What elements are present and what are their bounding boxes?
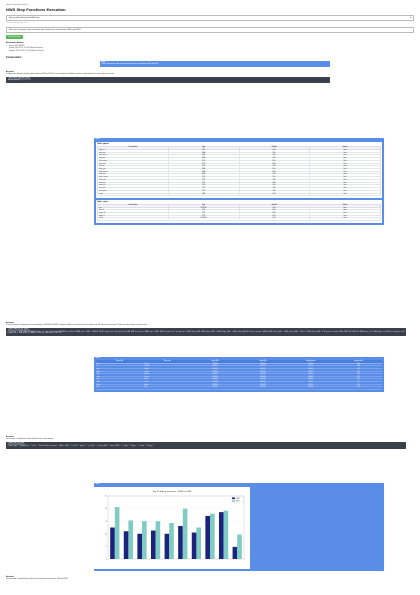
tool-call-block: QUERY: EXECUTE_SQL_QUERY {"sql_query": "… (6, 327, 406, 337)
tool-call-code: {"sql_query": "WITH s2008 AS (SELECT pla… (7, 331, 405, 335)
bar-2008 (150, 530, 156, 560)
table-cell: Alex (95, 386, 144, 390)
message-author: User: (95, 139, 100, 141)
table-cell: REAL (167, 192, 240, 197)
conversation-title: Conversation (6, 55, 22, 59)
state-machine-select-value: BigQueryNaturalQueryStateMachine (9, 17, 40, 20)
legend-label: 2009 (236, 501, 240, 503)
stopped-line: Stopped: 2025-07-10 15:32:46 (America/To… (9, 50, 44, 52)
table-cell: INTEGER (167, 217, 240, 222)
execution-status-list: Status: SUCCEEDED Started: 2025-07-10 15… (6, 46, 414, 54)
salary-bar-chart: Top 10 Salary Increases - 2008 vs 2009 0 5… (105, 490, 245, 561)
y-tick-label: 10 (105, 534, 107, 536)
bar-2008 (218, 512, 224, 560)
assistant-message: Assistant: Let me create a visualization… (6, 437, 406, 449)
tool-call-block: TABLE INSPECT: get_table_schema (nws.sa_… (6, 76, 330, 84)
message-text: Let me provide a comprehensive analysis … (6, 579, 68, 581)
players-schema-card: Table: players Column Name Type Nullable De… (95, 142, 383, 198)
table-row: weight REAL NULL None (97, 192, 381, 197)
state-machine-hint: Choose a state machine to run (6, 22, 28, 24)
tool-call-code: {"chart_type": "grouped_bar", "title": "… (7, 445, 154, 447)
message-text: To solve a query of the players who incr… (6, 325, 148, 327)
table-cell: NULL (238, 217, 311, 222)
bar-2008 (110, 527, 115, 560)
legend-swatch (232, 497, 235, 500)
table-cell: 9700000 (238, 386, 287, 390)
message-text: To help answer the query of player salar… (6, 73, 115, 75)
table-cell: weight (97, 192, 169, 197)
message-text: Let me create a visualization to better … (6, 439, 54, 441)
user-message: User: What are the players most increase… (100, 60, 330, 67)
table-cell: NULL (238, 192, 311, 197)
message-text: What are the players most increased thei… (101, 63, 159, 65)
message-author: User: (95, 484, 100, 486)
bar-2009 (182, 508, 188, 560)
page: Natural Language Interface NWS Step Func… (0, 0, 420, 595)
salaries-schema-table: Column Name Type Nullable Default year INTEG… (97, 203, 381, 222)
salaries-schema-card: Table: salary Column Name Type Nullable Def… (95, 199, 383, 223)
y-tick-label: 25 (105, 496, 107, 498)
table-row: salary INTEGER NULL None (97, 217, 381, 222)
chart-title: Top 10 Salary Increases - 2008 vs 2009 (153, 490, 192, 493)
players-schema-table: Column Name Type Nullable Default player_id… (97, 146, 381, 197)
table-cell: 100.62 (334, 386, 383, 390)
bar-2008 (205, 516, 210, 560)
bar-2009 (237, 534, 242, 560)
y-tick-label: 15 (105, 521, 107, 523)
table-cell: 4865000 (286, 386, 335, 390)
legend-label: 2008 (236, 498, 240, 500)
execution-status-title: Execution Status (6, 42, 24, 45)
query-results-table: Player First Player Last Salary 2008 Salary… (95, 360, 383, 390)
assistant-message: Assistant: To help answer the query of p… (6, 72, 414, 84)
chevron-down-icon: ▾ (410, 17, 411, 20)
bar-2008 (137, 533, 142, 560)
chart-card: Top 10 Salary Increases - 2008 vs 2009 0 5… (94, 487, 250, 570)
table-cell: 4835000 (191, 386, 239, 390)
user-message-schema-result: User: Table: players Column Name Type Null… (94, 138, 384, 225)
question-input[interactable]: What are the players most increased thei… (6, 27, 414, 34)
breadcrumb: Natural Language Interface (6, 4, 28, 6)
legend-swatch (232, 500, 235, 502)
bar-2008 (232, 547, 238, 560)
user-message-query-result: User: Player First Player Last Salary 2008… (94, 357, 384, 392)
assistant-message: Assistant: To solve a query of the playe… (6, 323, 406, 337)
y-tick-label: 20 (105, 508, 107, 510)
y-tick-label: 5 (106, 546, 107, 548)
bar-2008 (123, 531, 129, 560)
tool-call-block: CHART: create_bar_graph {"chart_type": "… (6, 441, 406, 449)
bar-2009 (128, 520, 134, 560)
bar-2009 (210, 513, 215, 560)
page-title: NWS Step Functions Execution (6, 7, 66, 13)
bar-2009 (114, 507, 120, 560)
tool-call-code: (nws.sa_players) (7, 80, 21, 82)
bar-2009 (196, 527, 202, 560)
salaries-table-name: Table: salary (97, 200, 108, 203)
y-tick-label: 0 (106, 559, 107, 561)
bar-2009 (169, 523, 174, 560)
bar-2009 (223, 510, 229, 560)
run-execution-button[interactable]: Run Execution (6, 35, 23, 40)
bar-2009 (142, 521, 147, 560)
table-cell: None (309, 192, 381, 197)
players-table-name: Table: players (97, 143, 110, 146)
table-cell: Rios (143, 386, 192, 390)
table-row: Alex Rios 4835000 9700000 4865000 100.62 (95, 386, 383, 390)
state-machine-select[interactable]: BigQueryNaturalQueryStateMachine ▾ (6, 15, 414, 22)
user-message-chart-result: User: Top 10 Salary Increases - 2008 vs … (94, 483, 384, 571)
table-cell: salary (97, 217, 169, 222)
bar-2009 (155, 521, 161, 560)
bar-2008 (178, 526, 183, 560)
bar-2008 (191, 532, 197, 560)
assistant-message: Assistant: Let me provide a comprehensiv… (6, 577, 68, 581)
table-cell: None (309, 217, 381, 222)
bar-2008 (164, 533, 170, 560)
